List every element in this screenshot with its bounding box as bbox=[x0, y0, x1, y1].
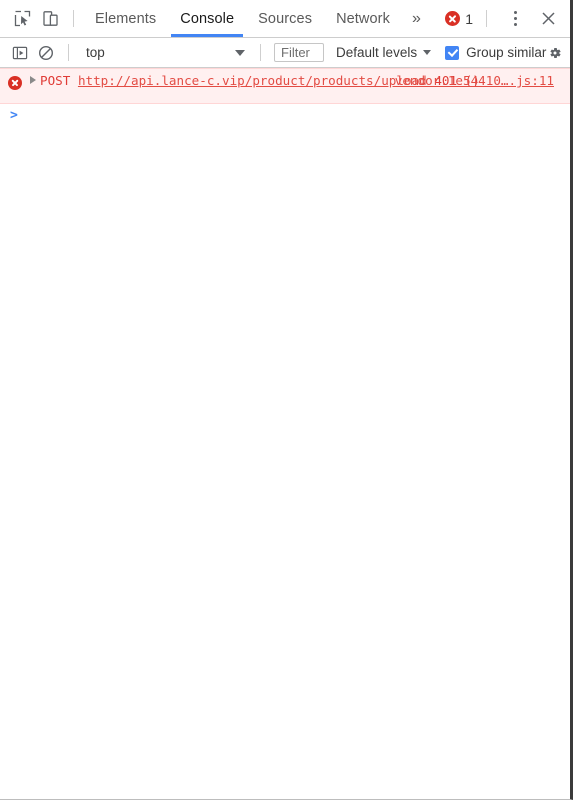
execution-context-label: top bbox=[86, 45, 105, 60]
console-prompt-input[interactable] bbox=[24, 108, 562, 124]
panel-tabs: Elements Console Sources Network » bbox=[83, 0, 431, 37]
group-similar-toggle[interactable]: Group similar bbox=[445, 45, 546, 60]
log-levels-label: Default levels bbox=[336, 45, 418, 60]
request-method: POST bbox=[40, 73, 71, 88]
console-prompt-row[interactable]: > bbox=[0, 104, 570, 128]
inspect-element-icon bbox=[14, 10, 30, 27]
tabbar-divider bbox=[73, 10, 74, 27]
tabbar-right-divider bbox=[486, 10, 487, 27]
more-options-button[interactable] bbox=[502, 6, 528, 32]
group-similar-checkbox[interactable] bbox=[445, 45, 460, 60]
filter-field[interactable] bbox=[274, 43, 325, 62]
tab-console-label: Console bbox=[180, 10, 235, 27]
close-icon bbox=[541, 12, 555, 25]
clear-console-icon bbox=[38, 45, 54, 60]
more-options-icon-dot bbox=[513, 11, 517, 14]
request-url-link[interactable]: http://api.lance-c.vip/product/products/… bbox=[78, 73, 427, 88]
console-sidebar-icon bbox=[12, 46, 28, 59]
source-location-link[interactable]: vendor.1e54410….js:11 bbox=[395, 72, 554, 89]
more-tabs-label: » bbox=[411, 9, 421, 27]
expand-triangle-icon[interactable] bbox=[30, 76, 36, 84]
error-count-label: 1 bbox=[465, 10, 473, 27]
devtools-window: Elements Console Sources Network » 1 top… bbox=[0, 0, 573, 800]
error-circle-icon bbox=[445, 11, 461, 26]
tab-console[interactable]: Console bbox=[168, 0, 246, 37]
more-tabs-button[interactable]: » bbox=[402, 0, 431, 37]
console-error-message[interactable]: vendor.1e54410….js:11 POST http://api.la… bbox=[0, 68, 570, 104]
console-error-text: vendor.1e54410….js:11 POST http://api.la… bbox=[30, 72, 562, 89]
chevron-down-icon bbox=[423, 50, 432, 55]
error-count-badge[interactable]: 1 bbox=[441, 11, 477, 27]
more-options-icon-dot bbox=[513, 23, 517, 26]
tab-network[interactable]: Network bbox=[324, 0, 402, 37]
tab-elements[interactable]: Elements bbox=[83, 0, 168, 37]
devtools-tabbar: Elements Console Sources Network » 1 bbox=[0, 0, 570, 38]
console-settings-button[interactable] bbox=[546, 41, 563, 65]
execution-context-selector[interactable]: top bbox=[78, 45, 251, 60]
console-message-list[interactable]: vendor.1e54410….js:11 POST http://api.la… bbox=[0, 68, 570, 799]
filter-input[interactable] bbox=[281, 45, 318, 60]
console-error-icon-wrap bbox=[8, 76, 22, 90]
tab-elements-label: Elements bbox=[95, 10, 157, 27]
more-options-icon-dot bbox=[513, 17, 517, 20]
prompt-caret-icon: > bbox=[10, 108, 18, 123]
tab-sources[interactable]: Sources bbox=[246, 0, 324, 37]
tab-network-label: Network bbox=[336, 10, 390, 27]
inspect-element-button[interactable] bbox=[8, 5, 36, 33]
chevron-down-icon bbox=[235, 49, 245, 56]
error-circle-icon bbox=[8, 76, 22, 90]
device-toolbar-button[interactable] bbox=[36, 5, 64, 33]
clear-console-button[interactable] bbox=[33, 41, 59, 65]
console-toolbar-divider-2 bbox=[260, 44, 261, 61]
device-toolbar-icon bbox=[42, 11, 58, 26]
group-similar-label: Group similar bbox=[466, 45, 547, 60]
console-toolbar: top Default levels Group similar bbox=[0, 38, 570, 68]
settings-gear-icon bbox=[550, 47, 561, 58]
console-toolbar-divider bbox=[68, 44, 69, 61]
tab-sources-label: Sources bbox=[258, 10, 313, 27]
log-levels-dropdown[interactable]: Default levels bbox=[336, 45, 432, 60]
tabbar-right-group: 1 bbox=[441, 5, 570, 33]
console-sidebar-button[interactable] bbox=[7, 41, 33, 65]
close-devtools-button[interactable] bbox=[534, 5, 562, 33]
console-error-inner: vendor.1e54410….js:11 POST http://api.la… bbox=[0, 72, 570, 90]
